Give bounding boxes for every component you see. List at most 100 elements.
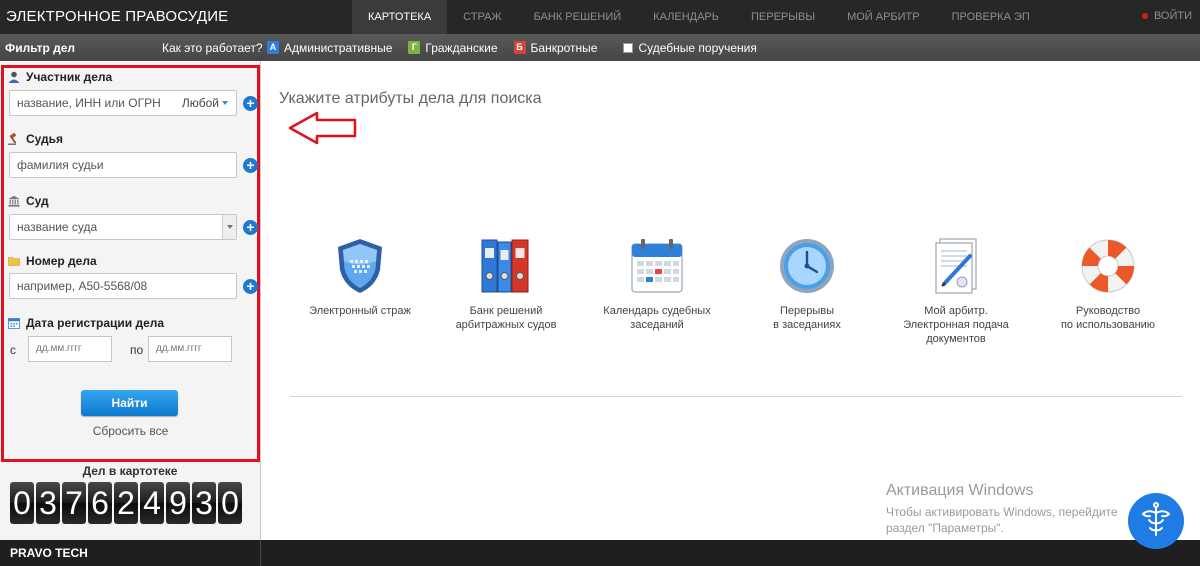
counter-digit: 0 <box>218 482 242 524</box>
add-judge-button[interactable]: + <box>243 158 258 173</box>
find-button[interactable]: Найти <box>81 390 178 416</box>
tile-session-breaks[interactable]: Перерывы в заседаниях <box>737 236 877 332</box>
case-number-label: Номер дела <box>26 254 97 268</box>
tile-court-calendar-caption: Календарь судебных заседаний <box>587 304 727 332</box>
top-bar: ЭЛЕКТРОННОЕ ПРАВОСУДИЕ КАРТОТЕКА СТРАЖ Б… <box>0 0 1200 34</box>
gavel-icon <box>8 132 20 145</box>
shield-icon <box>330 236 390 296</box>
pravo-tech-logo[interactable]: PRAVO TECH <box>10 546 88 560</box>
type-administrative[interactable]: А Административные <box>267 41 392 55</box>
document-pen-icon <box>926 236 986 296</box>
filter-title: Фильтр дел <box>5 41 76 55</box>
tile-caption-line: арбитражных судов <box>455 319 557 331</box>
how-it-works-link[interactable]: Как это работает? <box>162 41 263 55</box>
emblem-icon <box>1141 502 1171 536</box>
add-participant-button[interactable]: + <box>243 96 258 111</box>
tile-user-guide-caption: Руководство по использованию <box>1038 304 1178 332</box>
date-to-label: по <box>130 343 144 357</box>
tile-caption-line: заседаний <box>630 319 684 331</box>
counter-digit: 7 <box>62 482 86 524</box>
counter-digit: 3 <box>36 482 60 524</box>
nav-strazh[interactable]: СТРАЖ <box>447 0 517 34</box>
bankruptcy-badge-icon: Б <box>513 41 526 54</box>
tile-decisions-bank[interactable]: Банк решений арбитражных судов <box>436 236 576 332</box>
tile-decisions-bank-caption: Банк решений арбитражных судов <box>436 304 576 332</box>
participant-label: Участник дела <box>26 70 113 84</box>
court-label-row: Суд <box>8 194 49 208</box>
windows-activation-line1: Чтобы активировать Windows, перейдите <box>886 505 1118 519</box>
site-logo[interactable]: ЭЛЕКТРОННОЕ ПРАВОСУДИЕ <box>6 8 228 25</box>
nav-calendar[interactable]: КАЛЕНДАРЬ <box>637 0 735 34</box>
type-bankruptcy-label: Банкротные <box>530 40 598 55</box>
search-hint: Укажите атрибуты дела для поиска <box>279 90 542 107</box>
nav-my-arbiter[interactable]: МОЙ АРБИТР <box>831 0 936 34</box>
person-icon <box>8 71 20 83</box>
tile-caption-line: по использованию <box>1060 319 1156 331</box>
windows-activation-line2: раздел "Параметры". <box>886 521 1004 535</box>
courthouse-icon <box>8 195 20 207</box>
help-chat-button[interactable] <box>1128 493 1184 549</box>
type-bankruptcy[interactable]: Б Банкротные <box>513 40 598 55</box>
counter-digit: 9 <box>166 482 190 524</box>
case-counter-title: Дел в картотеке <box>82 464 178 478</box>
add-case-number-button[interactable]: + <box>243 279 258 294</box>
type-civil[interactable]: Г Гражданские <box>408 40 498 55</box>
judge-placeholder: фамилия судьи <box>17 158 104 172</box>
content-divider <box>290 396 1182 397</box>
judge-label: Судья <box>26 132 64 146</box>
court-label: Суд <box>26 194 49 208</box>
chevron-down-icon <box>222 101 228 105</box>
tile-electronic-guard-caption: Электронный страж <box>290 304 430 318</box>
red-arrow-annotation <box>288 111 357 145</box>
counter-digit: 3 <box>192 482 216 524</box>
judge-input[interactable]: фамилия судьи <box>9 152 237 178</box>
nav-breaks[interactable]: ПЕРЕРЫВЫ <box>735 0 831 34</box>
date-from-input[interactable]: дд.мм.гггг <box>28 336 112 362</box>
type-civil-label: Гражданские <box>425 40 498 55</box>
court-dropdown-arrow-icon[interactable] <box>222 215 236 239</box>
nav-check-ep[interactable]: ПРОВЕРКА ЭП <box>936 0 1046 34</box>
calendar-small-icon <box>8 317 20 329</box>
type-court-orders[interactable]: Судебные поручения <box>613 41 757 55</box>
nav-bank-resheniy[interactable]: БАНК РЕШЕНИЙ <box>518 0 638 34</box>
add-court-button[interactable]: + <box>243 220 258 235</box>
login-link[interactable]: ВОЙТИ <box>1141 10 1192 22</box>
clock-icon <box>777 236 837 296</box>
administrative-badge-icon: А <box>267 41 279 54</box>
court-select[interactable]: название суда <box>9 214 237 240</box>
date-to-placeholder: дд.мм.гггг <box>156 343 202 354</box>
windows-activation-title: Активация Windows <box>886 482 1034 499</box>
date-from-label: с <box>10 343 16 357</box>
participant-label-row: Участник дела <box>8 70 112 84</box>
tile-caption-line: документов <box>926 333 986 345</box>
tile-caption-line: Мой арбитр. <box>924 305 988 317</box>
participant-role-select[interactable]: Любой <box>182 91 228 115</box>
tile-my-arbiter-caption: Мой арбитр. Электронная подача документо… <box>886 304 1026 346</box>
participant-role-value: Любой <box>181 96 219 110</box>
participant-input[interactable]: название, ИНН или ОГРН Любой <box>9 90 237 116</box>
windows-activation-watermark: Активация Windows Чтобы активировать Win… <box>886 482 1118 536</box>
reset-all-link[interactable]: Сбросить все <box>4 424 257 438</box>
folder-icon <box>8 255 20 267</box>
case-counter: 037624930 <box>10 482 242 524</box>
court-orders-checkbox[interactable] <box>623 42 634 53</box>
case-number-label-row: Номер дела <box>8 254 97 268</box>
tile-electronic-guard[interactable]: Электронный страж <box>290 236 430 318</box>
tile-my-arbiter[interactable]: Мой арбитр. Электронная подача документо… <box>886 236 1026 346</box>
reg-date-label-row: Дата регистрации дела <box>8 316 164 330</box>
judge-label-row: Судья <box>8 132 63 146</box>
tile-caption-line: Электронная подача <box>903 319 1009 331</box>
nav-kartoteka[interactable]: КАРТОТЕКА <box>352 0 448 34</box>
tile-caption-line: Перерывы <box>779 305 835 317</box>
tile-caption-line: Электронный страж <box>309 305 411 317</box>
bottom-divider <box>260 540 261 566</box>
binders-icon <box>476 236 536 296</box>
tile-court-calendar[interactable]: Календарь судебных заседаний <box>587 236 727 332</box>
date-to-input[interactable]: дд.мм.гггг <box>148 336 232 362</box>
case-number-input[interactable]: например, А50-5568/08 <box>9 273 237 299</box>
case-number-placeholder: например, А50-5568/08 <box>17 279 148 293</box>
counter-digit: 4 <box>140 482 164 524</box>
counter-digit: 2 <box>114 482 138 524</box>
tile-caption-line: Руководство <box>1075 305 1141 317</box>
tile-user-guide[interactable]: Руководство по использованию <box>1038 236 1178 332</box>
